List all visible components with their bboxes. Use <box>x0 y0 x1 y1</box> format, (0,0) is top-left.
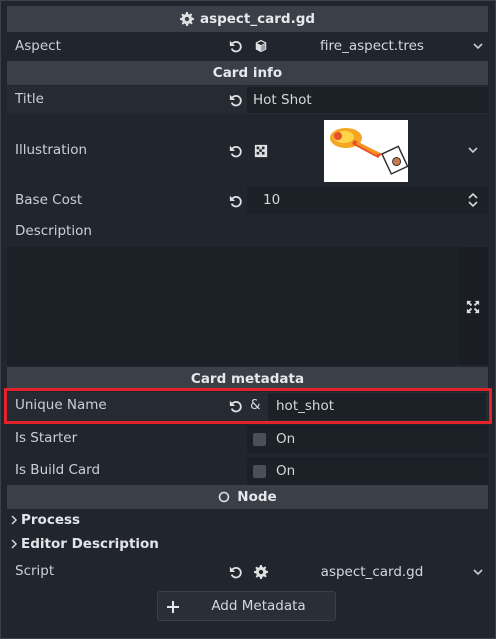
aspect-label: Aspect <box>15 38 61 54</box>
chevron-down-icon[interactable] <box>468 567 488 577</box>
illustration-label: Illustration <box>15 142 88 158</box>
base-cost-value: 10 <box>263 192 281 208</box>
illustration-preview[interactable] <box>324 120 408 182</box>
node-circle-icon <box>218 491 230 503</box>
add-metadata-label: Add Metadata <box>211 598 306 614</box>
expand-icon[interactable] <box>466 300 480 314</box>
cube-icon <box>254 39 268 53</box>
spinner-icon[interactable] <box>467 192 479 208</box>
aspect-value: fire_aspect.tres <box>320 38 424 54</box>
is-build-card-label: Is Build Card <box>15 462 101 478</box>
description-textarea[interactable] <box>7 247 459 365</box>
section-node-label: Node <box>237 489 277 505</box>
gear-icon <box>254 565 268 579</box>
group-process[interactable]: Process <box>10 512 80 528</box>
script-header-title: aspect_card.gd <box>199 11 316 27</box>
revert-icon[interactable] <box>229 194 243 208</box>
checkbox-icon <box>253 464 266 478</box>
section-card-info[interactable]: Card info <box>7 61 488 85</box>
title-field[interactable]: Hot Shot <box>247 87 488 113</box>
script-header[interactable]: aspect_card.gd <box>7 6 488 32</box>
aspect-resource-picker[interactable]: fire_aspect.tres <box>276 33 488 59</box>
gear-icon <box>179 12 194 26</box>
description-label: Description <box>15 223 92 239</box>
add-metadata-button[interactable]: Add Metadata <box>157 591 336 621</box>
section-node[interactable]: Node <box>7 485 488 509</box>
group-editor-description-label: Editor Description <box>21 536 159 552</box>
chevron-down-icon[interactable] <box>468 145 478 155</box>
script-label: Script <box>15 563 55 579</box>
group-process-label: Process <box>21 512 81 528</box>
base-cost-label: Base Cost <box>15 192 83 208</box>
script-value: aspect_card.gd <box>320 564 424 580</box>
base-cost-spinbox[interactable]: 10 <box>247 187 488 214</box>
is-starter-checkbox[interactable]: On <box>247 425 488 453</box>
chevron-down-icon[interactable] <box>468 41 488 51</box>
title-label: Title <box>15 91 44 107</box>
is-starter-value: On <box>276 431 296 447</box>
is-build-card-checkbox[interactable]: On <box>247 457 488 485</box>
title-value: Hot Shot <box>253 92 312 108</box>
chevron-right-icon <box>10 515 18 525</box>
highlight-box <box>4 388 492 424</box>
texture-icon <box>254 144 268 158</box>
revert-icon[interactable] <box>229 93 243 107</box>
is-build-card-value: On <box>276 463 296 479</box>
script-resource-picker[interactable]: aspect_card.gd <box>276 559 488 585</box>
group-editor-description[interactable]: Editor Description <box>10 536 159 552</box>
plus-icon <box>166 600 180 614</box>
is-starter-label: Is Starter <box>15 430 78 446</box>
checkbox-icon <box>253 432 266 446</box>
fireball-illustration <box>330 128 408 175</box>
revert-icon[interactable] <box>229 144 243 158</box>
chevron-right-icon <box>10 539 18 549</box>
revert-icon[interactable] <box>229 565 243 579</box>
revert-icon[interactable] <box>229 39 243 53</box>
